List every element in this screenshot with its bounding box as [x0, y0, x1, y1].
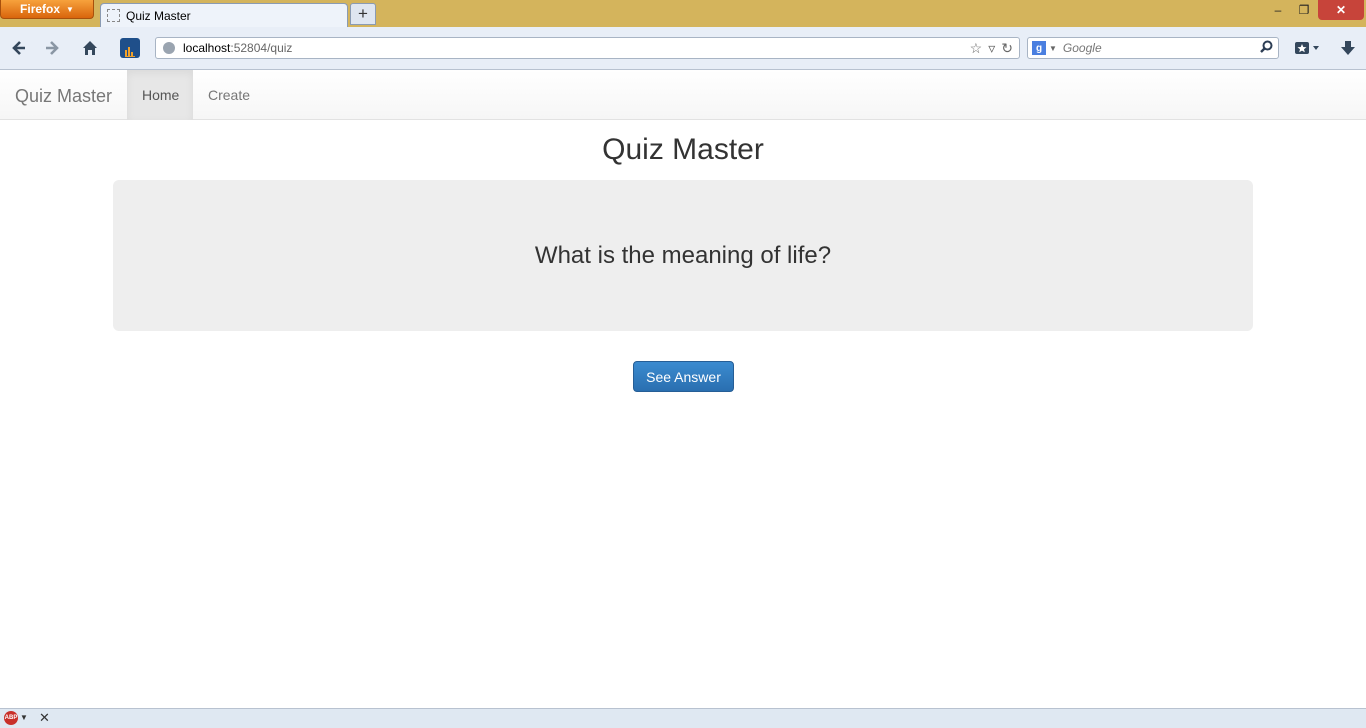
close-icon[interactable]: ✕: [39, 710, 50, 726]
site-brand[interactable]: Quiz Master: [15, 86, 112, 107]
search-placeholder: Google: [1062, 41, 1102, 55]
bookmark-star-icon[interactable]: ☆: [970, 40, 983, 57]
firefox-menu-button[interactable]: Firefox ▼: [0, 0, 94, 19]
close-icon: ✕: [1335, 3, 1347, 17]
dropdown-arrow-icon[interactable]: ▿: [988, 40, 995, 57]
home-icon[interactable]: [80, 38, 100, 58]
stats-addon-icon[interactable]: [120, 38, 140, 58]
close-window-button[interactable]: ✕: [1318, 0, 1364, 20]
title-bar: Firefox ▼ Quiz Master + – ❐ ✕: [0, 0, 1366, 27]
restore-icon: ❐: [1298, 3, 1310, 17]
globe-icon: [163, 42, 175, 54]
url-host: localhost: [183, 41, 231, 55]
url-path: :52804/quiz: [230, 41, 293, 55]
web-page: Quiz Master Home Create Quiz Master What…: [0, 70, 1366, 708]
search-icon[interactable]: [1260, 40, 1273, 56]
page-favicon-icon: [107, 9, 120, 22]
chevron-down-icon: ▼: [66, 4, 74, 14]
chevron-down-icon[interactable]: ▼: [1049, 44, 1057, 53]
minimize-button[interactable]: –: [1266, 0, 1290, 20]
site-navbar: Quiz Master Home Create: [0, 70, 1366, 120]
chevron-down-icon[interactable]: ▼: [20, 713, 28, 722]
nav-create-label: Create: [208, 87, 251, 103]
url-bar[interactable]: localhost :52804/quiz ☆ ▿ ↻: [155, 37, 1020, 59]
download-icon[interactable]: [1338, 38, 1358, 58]
reload-icon[interactable]: ↻: [1001, 40, 1013, 57]
addon-bar: ABP ▼ ✕: [0, 708, 1366, 728]
plus-icon: +: [358, 4, 368, 23]
google-icon[interactable]: g: [1032, 41, 1046, 55]
page-title: Quiz Master: [602, 133, 764, 166]
forward-icon[interactable]: [43, 38, 63, 58]
question-text: What is the meaning of life?: [534, 241, 832, 269]
tab-quiz-master[interactable]: Quiz Master: [100, 3, 348, 27]
restore-button[interactable]: ❐: [1292, 0, 1316, 20]
new-tab-button[interactable]: +: [350, 3, 376, 25]
browser-toolbar: localhost :52804/quiz ☆ ▿ ↻ g ▼ Google: [0, 27, 1366, 70]
question-card: What is the meaning of life?: [113, 180, 1253, 331]
search-bar[interactable]: g ▼ Google: [1027, 37, 1279, 59]
see-answer-button[interactable]: See Answer: [633, 361, 734, 392]
firefox-menu-label: Firefox: [20, 2, 61, 16]
nav-create[interactable]: Create: [193, 70, 265, 120]
nav-home-label: Home: [142, 87, 180, 103]
bookmarks-menu-icon[interactable]: [1293, 38, 1323, 58]
nav-home[interactable]: Home: [127, 70, 193, 120]
adblock-plus-icon[interactable]: ABP: [4, 711, 18, 725]
tab-title: Quiz Master: [126, 8, 191, 23]
url-bar-actions: ☆ ▿ ↻: [970, 40, 1013, 57]
back-icon[interactable]: [8, 38, 28, 58]
minimize-icon: –: [1274, 3, 1282, 17]
